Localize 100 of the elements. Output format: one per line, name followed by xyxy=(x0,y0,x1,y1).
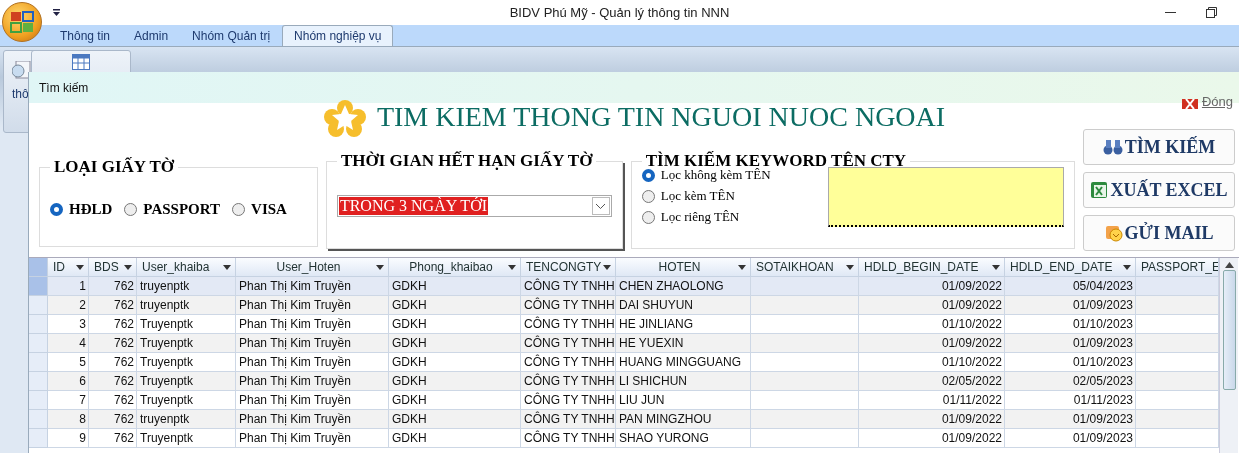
table-icon xyxy=(72,54,90,70)
column-header[interactable]: Phong_khaibao xyxy=(389,258,521,277)
table-cell: GDKH xyxy=(389,334,521,353)
table-cell: 762 xyxy=(89,391,137,410)
dropdown-arrow-icon[interactable] xyxy=(223,264,231,270)
table-cell: 2 xyxy=(48,296,89,315)
excel-button[interactable]: XUẤT EXCEL xyxy=(1083,172,1235,208)
search-button[interactable]: TÌM KIẾM xyxy=(1083,129,1235,165)
table-cell: GDKH xyxy=(389,277,521,296)
table-cell: CÔNG TY TNHH xyxy=(521,410,616,429)
dropdown-arrow-icon[interactable] xyxy=(603,264,611,270)
table-cell: GDKH xyxy=(389,391,521,410)
dropdown-arrow-icon[interactable] xyxy=(76,264,84,270)
dropdown-arrow-icon[interactable] xyxy=(1123,264,1131,270)
table-cell: 3 xyxy=(48,315,89,334)
table-cell: 9 xyxy=(48,429,89,448)
table-cell: CÔNG TY TNHH xyxy=(521,353,616,372)
dropdown-arrow-icon[interactable] xyxy=(738,264,746,270)
table-cell: GDKH xyxy=(389,372,521,391)
table-cell: Phan Thị Kim Truyền xyxy=(236,315,389,334)
table-cell: CÔNG TY TNHH xyxy=(521,277,616,296)
table-cell: 01/09/2022 xyxy=(859,296,1005,315)
dropdown-arrow-icon[interactable] xyxy=(124,264,132,270)
table-cell: Truyenptk xyxy=(137,334,236,353)
dropdown-arrow-icon[interactable] xyxy=(508,264,516,270)
radio-icon[interactable] xyxy=(50,203,63,216)
column-header[interactable]: SOTAIKHOAN xyxy=(751,258,859,277)
radio-label: VISA xyxy=(251,201,287,218)
table-cell: 762 xyxy=(89,315,137,334)
mail-button[interactable]: GỬI MAIL xyxy=(1083,215,1235,251)
app-orb-button[interactable] xyxy=(2,2,42,42)
table-cell: HE JINLIANG xyxy=(616,315,751,334)
binoculars-icon xyxy=(1102,139,1123,155)
table-cell: 01/10/2022 xyxy=(859,315,1005,334)
close-button[interactable]: Đóng xyxy=(1181,93,1233,109)
table-cell: 01/11/2023 xyxy=(1005,391,1136,410)
table-cell: truyenptk xyxy=(137,277,236,296)
office-logo-icon xyxy=(10,11,34,33)
column-header[interactable]: BDS xyxy=(89,258,137,277)
column-header[interactable]: HDLD_BEGIN_DATE xyxy=(859,258,1005,277)
table-cell: Phan Thị Kim Truyền xyxy=(236,372,389,391)
ribbon-tab[interactable]: Nhóm Quản trị xyxy=(180,25,283,46)
table-cell: 01/09/2023 xyxy=(1005,429,1136,448)
mail-icon xyxy=(1104,224,1123,242)
dropdown-arrow-icon[interactable] xyxy=(376,264,384,270)
radio-icon[interactable] xyxy=(641,189,655,203)
table-cell: Truyenptk xyxy=(137,315,236,334)
radio-option[interactable]: HĐLD xyxy=(50,201,113,218)
close-icon xyxy=(1181,99,1198,109)
table-cell: 01/09/2023 xyxy=(1005,334,1136,353)
ribbon-tab[interactable]: Nhóm nghiệp vụ xyxy=(282,25,394,46)
table-cell: 1 xyxy=(48,277,89,296)
restore-icon[interactable] xyxy=(1206,7,1217,18)
table-cell: HE YUEXIN xyxy=(616,334,751,353)
scroll-thumb[interactable] xyxy=(1222,270,1236,390)
scrollbar[interactable] xyxy=(1219,258,1238,453)
column-header[interactable]: HOTEN xyxy=(616,258,751,277)
table-cell: truyenptk xyxy=(137,410,236,429)
scroll-up-icon[interactable] xyxy=(1224,262,1234,268)
column-header[interactable]: User_khaiba xyxy=(137,258,236,277)
radio-option[interactable]: Lọc riêng TÊN xyxy=(641,209,771,225)
radio-icon[interactable] xyxy=(124,203,138,216)
table-cell: CÔNG TY TNHH xyxy=(521,429,616,448)
radio-icon[interactable] xyxy=(641,210,655,224)
column-header[interactable]: ID xyxy=(48,258,89,277)
table-cell: 01/09/2022 xyxy=(859,334,1005,353)
ribbon-tab[interactable]: Thông tin xyxy=(48,25,123,46)
keyword-field[interactable] xyxy=(828,167,1064,227)
table-cell: CÔNG TY TNHH xyxy=(521,315,616,334)
ribbon-button-label: thô xyxy=(12,87,29,101)
table-cell: 01/09/2022 xyxy=(859,429,1005,448)
group-title: THỜI GIAN HẾT HẠN GIẤY TỜ xyxy=(339,151,594,171)
radio-option[interactable]: PASSPORT xyxy=(124,201,221,218)
table-cell: Phan Thị Kim Truyền xyxy=(236,277,389,296)
table-cell: 01/09/2022 xyxy=(859,410,1005,429)
radio-label: Lọc kèm TÊN xyxy=(660,188,735,204)
radio-option[interactable]: Lọc kèm TÊN xyxy=(641,188,771,204)
radio-label: PASSPORT xyxy=(143,201,221,218)
quick-access-menu-icon[interactable] xyxy=(53,9,60,16)
column-header[interactable]: TENCONGTY xyxy=(521,258,616,277)
expiry-dropdown[interactable]: TRONG 3 NGÀY TỚI xyxy=(336,195,612,217)
dropdown-arrow-icon[interactable] xyxy=(992,264,1000,270)
radio-icon[interactable] xyxy=(641,168,655,182)
ribbon-tab[interactable]: Admin xyxy=(122,25,181,46)
dropdown-arrow-icon[interactable] xyxy=(846,264,854,270)
window-title: BIDV Phú Mỹ - Quản lý thông tin NNN xyxy=(509,5,730,20)
group-title: LOẠI GIẤY TỜ xyxy=(53,157,176,177)
minimize-icon[interactable] xyxy=(1165,11,1176,14)
column-header[interactable]: HDLD_END_DATE xyxy=(1005,258,1136,277)
table-cell: CÔNG TY TNHH xyxy=(521,372,616,391)
radio-icon[interactable] xyxy=(232,203,246,216)
column-header[interactable]: User_Hoten xyxy=(236,258,389,277)
table-cell: Truyenptk xyxy=(137,429,236,448)
table-cell: CÔNG TY TNHH xyxy=(521,334,616,353)
table-cell: 01/09/2023 xyxy=(1005,296,1136,315)
table-cell: Truyenptk xyxy=(137,391,236,410)
table-cell: Phan Thị Kim Truyền xyxy=(236,353,389,372)
radio-option[interactable]: VISA xyxy=(232,201,287,218)
table-cell: CÔNG TY TNHH xyxy=(521,391,616,410)
dropdown-value: TRONG 3 NGÀY TỚI xyxy=(338,197,489,215)
